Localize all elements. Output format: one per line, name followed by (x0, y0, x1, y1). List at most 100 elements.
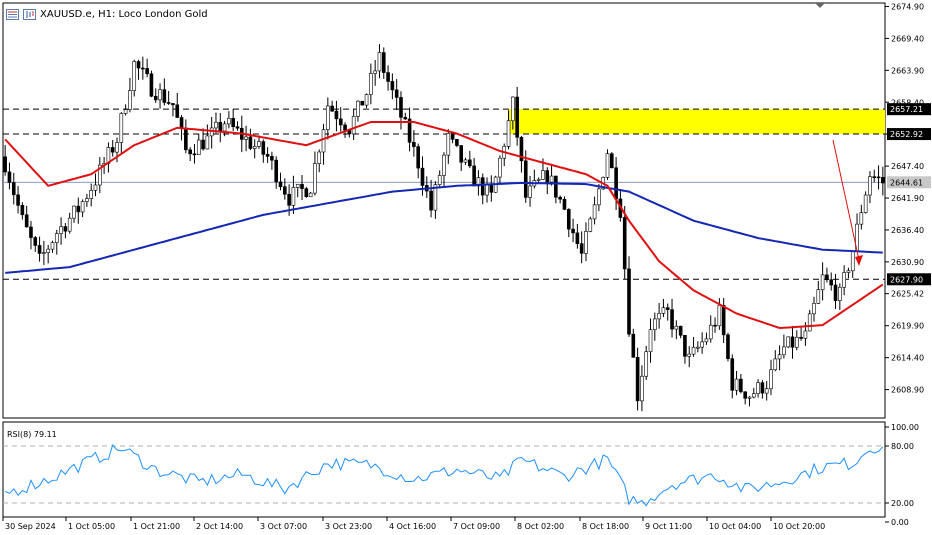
candle-body (85, 198, 89, 202)
candle-body (773, 358, 778, 371)
candle-body (459, 145, 464, 163)
projection-arrowhead (855, 255, 863, 266)
time-tick-label: 4 Oct 16:00 (389, 522, 436, 531)
candle-body (480, 177, 485, 196)
candle-body (700, 341, 704, 348)
candle-body (627, 268, 631, 335)
candle-body (153, 95, 158, 101)
candle-body (605, 153, 610, 178)
candle-body (205, 135, 210, 150)
candle-body (653, 318, 657, 331)
candle-body (579, 243, 584, 254)
candle-body (67, 217, 72, 232)
rsi-label: RSI(8) 79.11 (7, 430, 57, 439)
candle-body (16, 194, 20, 206)
candle-body (59, 226, 63, 234)
candle-body (670, 309, 674, 330)
price-tick-label: 2647.40 (891, 162, 924, 171)
candle-body (214, 121, 218, 129)
candle-body (713, 324, 717, 327)
candle-body (89, 190, 94, 199)
candle-body (20, 205, 25, 216)
candle-body (218, 121, 223, 132)
time-tick-label: 7 Oct 09:00 (453, 522, 500, 531)
candle-body (549, 175, 554, 183)
ma-slow-line (5, 181, 883, 274)
candle-body (794, 336, 799, 348)
shift-marker-icon (815, 3, 825, 8)
candle-body (270, 156, 274, 161)
candle-body (833, 284, 838, 301)
rsi-line (5, 443, 884, 507)
candle-body (635, 357, 640, 402)
candle-body (184, 127, 188, 151)
candle-body (54, 233, 59, 243)
candle-body (747, 396, 752, 399)
candle-body (313, 163, 317, 194)
candle-body (777, 354, 782, 360)
candle-body (726, 334, 730, 359)
candle-body (360, 100, 365, 106)
candle-body (257, 141, 261, 147)
candle-body (812, 303, 816, 315)
candle-body (119, 113, 124, 143)
candle-body (696, 346, 700, 349)
time-tick-label: 3 Oct 23:00 (325, 522, 372, 531)
candle-body (558, 196, 562, 200)
candle-body (678, 325, 683, 336)
price-tick-label: 2636.40 (891, 226, 924, 235)
current-price-tag: 2644.61 (890, 178, 923, 187)
candle-body (72, 205, 76, 219)
candle-body (295, 183, 300, 188)
rsi-tick-label: 100.00 (891, 423, 919, 432)
candle-body (381, 52, 386, 73)
candle-body (468, 159, 472, 167)
time-tick-label: 8 Oct 02:00 (517, 522, 564, 531)
candle-body (640, 375, 644, 402)
candle-body (523, 160, 528, 198)
candle-body (390, 81, 395, 91)
candle-body (803, 330, 808, 339)
candle-body (386, 72, 390, 82)
rsi-tick-label: 80.00 (891, 442, 914, 451)
candle-body (274, 159, 279, 183)
candle-body (141, 67, 145, 70)
time-tick-label: 3 Oct 07:00 (260, 522, 307, 531)
candle-body (609, 153, 614, 169)
candle-body (300, 183, 304, 189)
candle-body (782, 346, 786, 356)
candle-body (377, 52, 382, 72)
candle-body (80, 201, 85, 213)
candle-body (511, 96, 515, 122)
candle-body (33, 237, 38, 246)
candle-body (717, 305, 722, 327)
candle-body (739, 378, 743, 393)
candle-body (575, 232, 580, 244)
candle-body (412, 142, 416, 147)
candle-body (687, 353, 692, 357)
candle-body (838, 286, 842, 301)
time-tick-label: 1 Oct 05:00 (68, 522, 115, 531)
candle-body (343, 124, 347, 131)
price-tick-label: 2663.90 (891, 66, 924, 75)
candle-body (326, 105, 330, 130)
candle-body (786, 336, 791, 348)
candle-body (665, 307, 670, 310)
candle-body (807, 313, 812, 332)
candle-body (584, 231, 588, 254)
candle-body (868, 176, 872, 196)
candle-body (338, 118, 343, 126)
candle-body (252, 146, 257, 149)
candle-body (128, 90, 132, 110)
candle-body (291, 187, 296, 206)
price-tick-label: 2630.90 (891, 258, 924, 267)
candle-body (846, 270, 851, 273)
candle-body (403, 117, 408, 120)
candle-body (566, 209, 571, 230)
candle-body (764, 388, 769, 394)
candle-body (721, 305, 726, 336)
candle-body (179, 117, 184, 129)
candle-body (132, 61, 137, 91)
price-tick-label: 2641.90 (891, 194, 924, 203)
candle-body (265, 154, 270, 157)
